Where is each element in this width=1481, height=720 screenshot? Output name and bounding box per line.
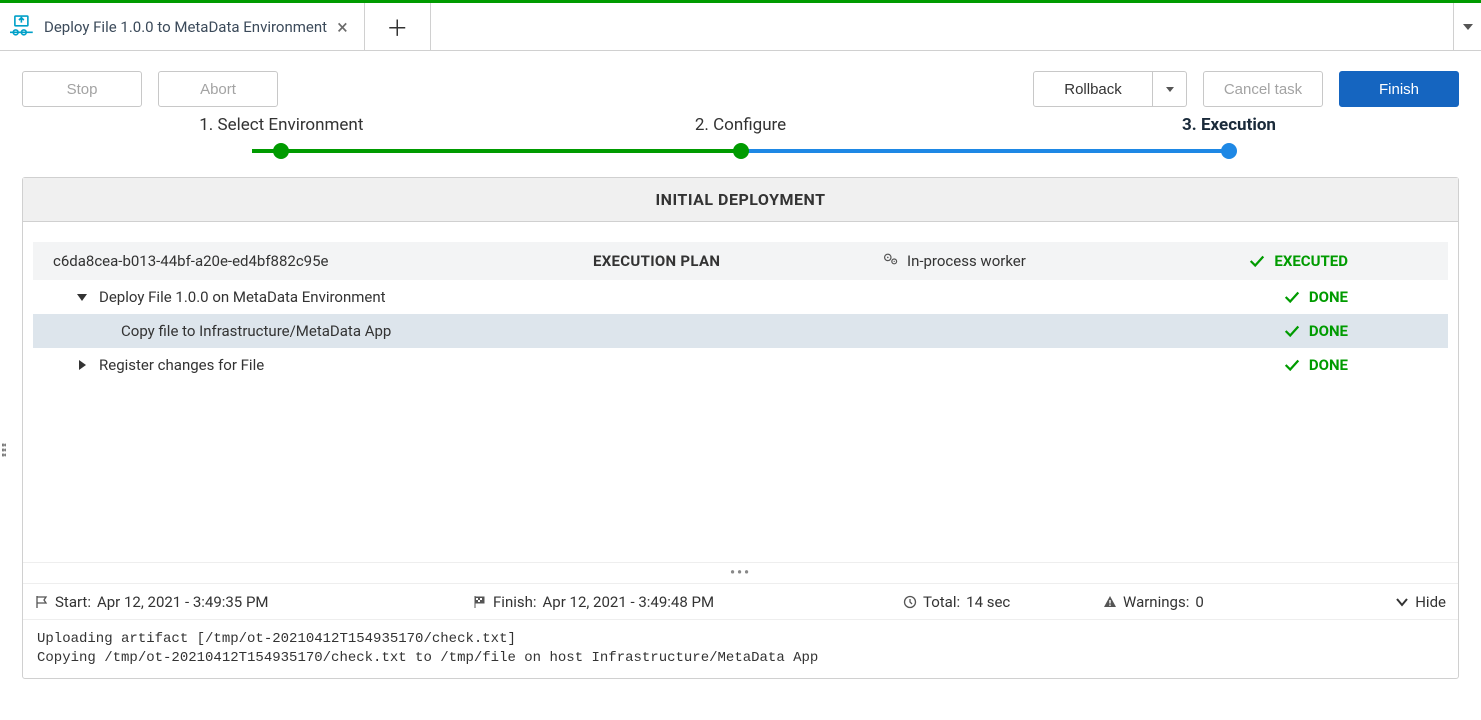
rollback-dropdown[interactable] (1153, 71, 1187, 107)
execution-footer: Start: Apr 12, 2021 - 3:49:35 PM Finish:… (23, 583, 1458, 619)
plan-center-label: EXECUTION PLAN (593, 252, 720, 270)
tab-add[interactable]: ＋ (365, 3, 431, 50)
action-bar: Stop Abort Rollback Cancel task Finish (22, 71, 1459, 107)
rollback-button[interactable]: Rollback (1033, 71, 1153, 107)
row-status: DONE (1283, 288, 1428, 306)
tree-row-copy[interactable]: Copy file to Infrastructure/MetaData App… (33, 314, 1448, 348)
rollback-split-button: Rollback (1033, 71, 1187, 107)
expand-toggle[interactable] (73, 360, 91, 370)
flag-checkered-icon (473, 595, 487, 609)
meta-finish: Finish: Apr 12, 2021 - 3:49:48 PM (473, 593, 714, 611)
total-value: 14 sec (966, 593, 1010, 611)
chevron-down-icon (1166, 87, 1174, 92)
deploy-icon (10, 14, 36, 40)
row-status-text: DONE (1309, 356, 1348, 374)
progress-stepper: 1. Select Environment 2. Configure 3. Ex… (252, 121, 1229, 171)
step-2-dot (733, 143, 749, 159)
plus-icon: ＋ (386, 11, 408, 43)
step-1-label: 1. Select Environment (199, 115, 363, 135)
check-icon (1248, 252, 1266, 270)
log-output: Uploading artifact [/tmp/ot-20210412T154… (23, 619, 1458, 678)
plan-header-row[interactable]: c6da8cea-b013-44bf-a20e-ed4bf882c95e EXE… (33, 242, 1448, 280)
chevron-right-icon (79, 360, 86, 370)
total-label: Total: (923, 593, 960, 611)
plan-worker: In-process worker (883, 252, 1026, 270)
plan-status: EXECUTED (1248, 252, 1428, 270)
check-icon (1283, 356, 1301, 374)
row-status: DONE (1283, 356, 1428, 374)
step-3-label: 3. Execution (1182, 115, 1276, 135)
row-status-text: DONE (1309, 288, 1348, 306)
check-icon (1283, 322, 1301, 340)
chevron-down-icon (77, 294, 87, 301)
plan-worker-text: In-process worker (907, 252, 1026, 270)
tree-label: Register changes for File (99, 356, 264, 374)
finish-label: Finish: (493, 593, 537, 611)
drag-handle-icon[interactable] (2, 444, 5, 457)
deployment-panel: INITIAL DEPLOYMENT c6da8cea-b013-44bf-a2… (22, 177, 1459, 679)
finish-button[interactable]: Finish (1339, 71, 1459, 107)
clock-icon (903, 595, 917, 609)
abort-button[interactable]: Abort (158, 71, 278, 107)
check-icon (1283, 288, 1301, 306)
tab-active[interactable]: Deploy File 1.0.0 to MetaData Environmen… (0, 3, 365, 50)
warnings-value: 0 (1195, 593, 1203, 611)
row-status: DONE (1283, 322, 1428, 340)
resize-handle[interactable]: ••• (23, 562, 1458, 583)
step-2-label: 2. Configure (695, 115, 786, 135)
warning-icon (1103, 595, 1117, 609)
stop-button[interactable]: Stop (22, 71, 142, 107)
tree-row-deploy[interactable]: Deploy File 1.0.0 on MetaData Environmen… (33, 280, 1448, 314)
plan-id: c6da8cea-b013-44bf-a20e-ed4bf882c95e (53, 252, 593, 270)
panel-title: INITIAL DEPLOYMENT (23, 178, 1458, 222)
flag-icon (35, 595, 49, 609)
tab-title: Deploy File 1.0.0 to MetaData Environmen… (44, 18, 327, 36)
plan-status-text: EXECUTED (1274, 252, 1348, 270)
tree-label: Copy file to Infrastructure/MetaData App (121, 322, 391, 340)
warnings-label: Warnings: (1123, 593, 1189, 611)
step-3-dot (1221, 143, 1237, 159)
finish-value: Apr 12, 2021 - 3:49:48 PM (543, 593, 715, 611)
start-label: Start: (55, 593, 91, 611)
meta-start: Start: Apr 12, 2021 - 3:49:35 PM (35, 593, 269, 611)
tab-overflow[interactable] (1453, 3, 1481, 50)
chevron-down-icon (1395, 595, 1409, 609)
hide-label: Hide (1415, 593, 1446, 611)
gears-icon (883, 252, 899, 270)
start-value: Apr 12, 2021 - 3:49:35 PM (97, 593, 269, 611)
chevron-down-icon (1463, 24, 1473, 30)
meta-warnings: Warnings: 0 (1103, 593, 1204, 611)
hide-toggle[interactable]: Hide (1395, 593, 1446, 611)
close-icon[interactable]: × (335, 15, 350, 39)
tree-label: Deploy File 1.0.0 on MetaData Environmen… (99, 288, 386, 306)
expand-toggle[interactable] (73, 294, 91, 301)
row-status-text: DONE (1309, 322, 1348, 340)
cancel-task-button[interactable]: Cancel task (1203, 71, 1323, 107)
step-bar-active (741, 149, 1230, 153)
step-1-dot (273, 143, 289, 159)
meta-total: Total: 14 sec (903, 593, 1010, 611)
tab-strip: Deploy File 1.0.0 to MetaData Environmen… (0, 3, 1481, 51)
tree-row-register[interactable]: Register changes for File DONE (33, 348, 1448, 382)
step-bar-complete (252, 149, 741, 153)
